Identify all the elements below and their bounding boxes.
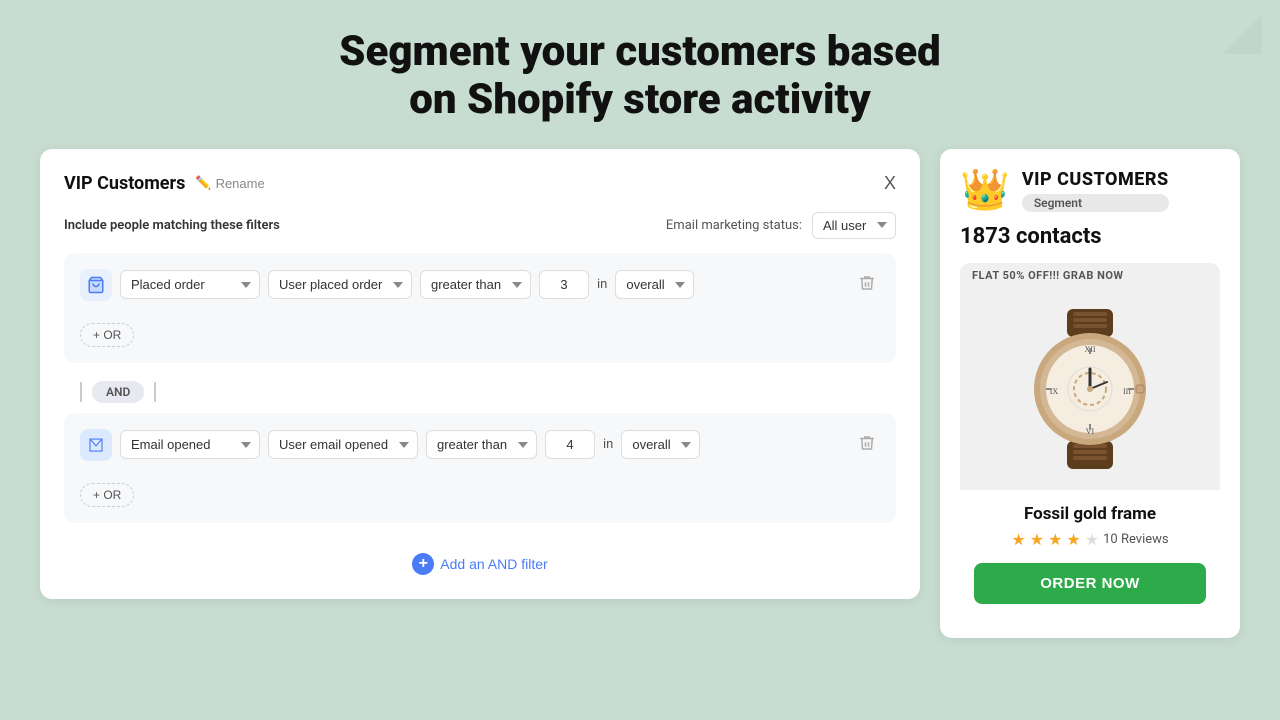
filter-row-1: Placed order User placed order greater t… bbox=[80, 269, 880, 301]
vip-card: 👑 VIP CUSTOMERS Segment 1873 contacts FL… bbox=[940, 149, 1240, 638]
product-banner: FLAT 50% OFF!!! GRAB NOW bbox=[960, 263, 1220, 288]
crown-icon: 👑 bbox=[960, 170, 1010, 210]
close-button[interactable]: X bbox=[884, 173, 896, 194]
email-opened-icon bbox=[80, 429, 112, 461]
scope-select-1[interactable]: overall bbox=[615, 270, 694, 299]
product-card: FLAT 50% OFF!!! GRAB NOW bbox=[960, 263, 1220, 618]
event-type-select-2[interactable]: Email opened bbox=[120, 430, 260, 459]
edit-icon: ✏️ bbox=[195, 175, 211, 191]
delete-filter-2-button[interactable] bbox=[854, 430, 880, 459]
operator-select-1[interactable]: greater than bbox=[420, 270, 531, 299]
vip-header: 👑 VIP CUSTOMERS Segment bbox=[960, 169, 1220, 212]
filter-row-2: Email opened User email opened greater t… bbox=[80, 429, 880, 461]
filter-header-label: Include people matching these filters bbox=[64, 218, 280, 233]
star-1: ★ bbox=[1011, 530, 1025, 549]
add-filter-label: Add an AND filter bbox=[440, 556, 547, 572]
scope-select-2[interactable]: overall bbox=[621, 430, 700, 459]
product-info: Fossil gold frame ★ ★ ★ ★ ★ 10 Reviews O… bbox=[960, 490, 1220, 618]
main-content: VIP Customers ✏️ Rename X Include people… bbox=[0, 149, 1280, 638]
left-panel: VIP Customers ✏️ Rename X Include people… bbox=[40, 149, 920, 599]
or-row-2: + OR bbox=[80, 471, 880, 507]
contacts-count: 1873 contacts bbox=[960, 224, 1220, 249]
triangle-decoration bbox=[1222, 14, 1262, 54]
star-half: ★ bbox=[1066, 530, 1080, 549]
panel-header: VIP Customers ✏️ Rename X bbox=[64, 173, 896, 194]
filter-block-2: Email opened User email opened greater t… bbox=[64, 413, 896, 523]
or-row-1: + OR bbox=[80, 311, 880, 347]
star-2: ★ bbox=[1030, 530, 1044, 549]
filter-header: Include people matching these filters Em… bbox=[64, 212, 896, 239]
filter-value-1[interactable] bbox=[539, 270, 589, 299]
add-and-filter-button[interactable]: + Add an AND filter bbox=[412, 553, 547, 575]
email-status-label: Email marketing status: bbox=[666, 218, 802, 233]
add-filter-plus-icon: + bbox=[412, 553, 434, 575]
condition-select-1[interactable]: User placed order bbox=[268, 270, 412, 299]
rename-button[interactable]: ✏️ Rename bbox=[195, 175, 264, 191]
panel-title-group: VIP Customers ✏️ Rename bbox=[64, 173, 265, 194]
trash-icon-2 bbox=[858, 434, 876, 452]
condition-select-2[interactable]: User email opened bbox=[268, 430, 418, 459]
right-panel: 👑 VIP CUSTOMERS Segment 1873 contacts FL… bbox=[940, 149, 1240, 638]
or-button-2[interactable]: + OR bbox=[80, 483, 134, 507]
product-image-container: XII III VI IX bbox=[960, 288, 1220, 490]
email-status-select[interactable]: All user bbox=[812, 212, 896, 239]
order-now-button[interactable]: ORDER NOW bbox=[974, 563, 1206, 604]
event-type-select-1[interactable]: Placed order bbox=[120, 270, 260, 299]
vip-title-group: VIP CUSTOMERS Segment bbox=[1022, 169, 1169, 212]
trash-icon bbox=[858, 274, 876, 292]
page-title: Segment your customers based on Shopify … bbox=[0, 0, 1280, 149]
panel-title: VIP Customers bbox=[64, 173, 185, 194]
filter-in-label-1: in bbox=[597, 277, 607, 292]
and-badge: AND bbox=[92, 381, 144, 403]
or-button-1[interactable]: + OR bbox=[80, 323, 134, 347]
review-count: 10 Reviews bbox=[1103, 532, 1169, 547]
product-name: Fossil gold frame bbox=[974, 504, 1206, 524]
vip-title: VIP CUSTOMERS bbox=[1022, 169, 1169, 190]
filter-block-1: Placed order User placed order greater t… bbox=[64, 253, 896, 363]
filter-in-label-2: in bbox=[603, 437, 613, 452]
rename-label: Rename bbox=[216, 176, 265, 191]
operator-select-2[interactable]: greater than bbox=[426, 430, 537, 459]
filter-value-2[interactable] bbox=[545, 430, 595, 459]
star-3: ★ bbox=[1048, 530, 1062, 549]
email-status-group: Email marketing status: All user bbox=[666, 212, 896, 239]
segment-badge: Segment bbox=[1022, 194, 1169, 212]
placed-order-icon bbox=[80, 269, 112, 301]
watch-image: XII III VI IX bbox=[1005, 304, 1175, 474]
delete-filter-1-button[interactable] bbox=[854, 270, 880, 299]
product-rating: ★ ★ ★ ★ ★ 10 Reviews bbox=[974, 530, 1206, 549]
star-empty: ★ bbox=[1085, 530, 1099, 549]
